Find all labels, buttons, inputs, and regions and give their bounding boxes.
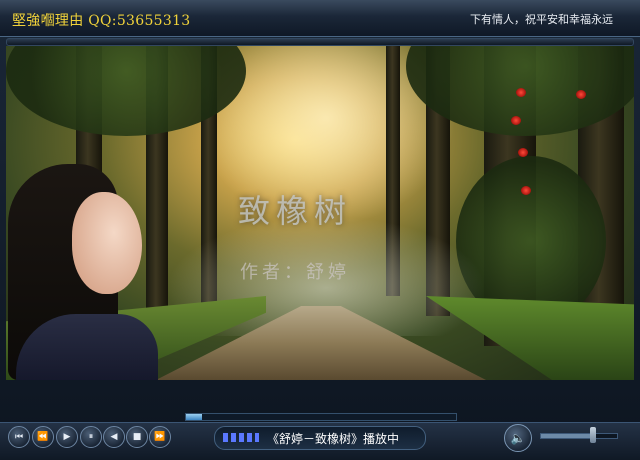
title-divider — [6, 38, 634, 46]
first-track-button[interactable]: ⏮ — [8, 426, 30, 448]
scrolling-marquee-text: 下有情人，祝平安和幸福永远 — [470, 13, 613, 26]
face — [72, 192, 142, 294]
poem-title-caption: 致橡树 — [238, 192, 353, 230]
rewind-button[interactable]: ⏪ — [32, 426, 54, 448]
now-playing-display: 《舒婷－致橡树》播放中 — [214, 426, 426, 450]
rose — [511, 116, 521, 125]
poem-author-caption: 作者：舒婷 — [240, 262, 350, 283]
stop-button[interactable]: ■ — [126, 426, 148, 448]
fast-forward-button[interactable]: ⏩ — [149, 426, 171, 448]
now-playing-text: 《舒婷－致橡树》播放中 — [267, 432, 400, 446]
volume-level-fill — [541, 434, 595, 438]
rose — [521, 186, 531, 195]
volume-slider[interactable] — [540, 433, 618, 439]
volume-slider-knob[interactable] — [590, 427, 597, 443]
play-button[interactable]: ▶ — [56, 426, 78, 448]
title-bar[interactable]: 堅強嗰理由 QQ:53655313 下有情人，祝平安和幸福永远 — [0, 0, 640, 37]
woman-portrait — [6, 164, 158, 380]
window-title: 堅強嗰理由 QQ:53655313 — [12, 13, 191, 29]
rose — [576, 90, 586, 99]
activity-bars-icon — [223, 433, 259, 442]
video-display[interactable]: 致橡树 作者：舒婷 — [6, 46, 634, 380]
rose — [518, 148, 528, 157]
media-player-window: 堅強嗰理由 QQ:53655313 下有情人，祝平安和幸福永远 致橡树 作者：舒… — [0, 0, 640, 460]
seek-progress-fill — [186, 414, 203, 420]
rose — [516, 88, 526, 97]
speaker-icon[interactable]: 🔈 — [504, 424, 532, 452]
step-back-button[interactable]: ◀ — [103, 426, 125, 448]
pause-button[interactable]: ⏸ — [80, 426, 102, 448]
seek-bar[interactable] — [185, 413, 457, 421]
